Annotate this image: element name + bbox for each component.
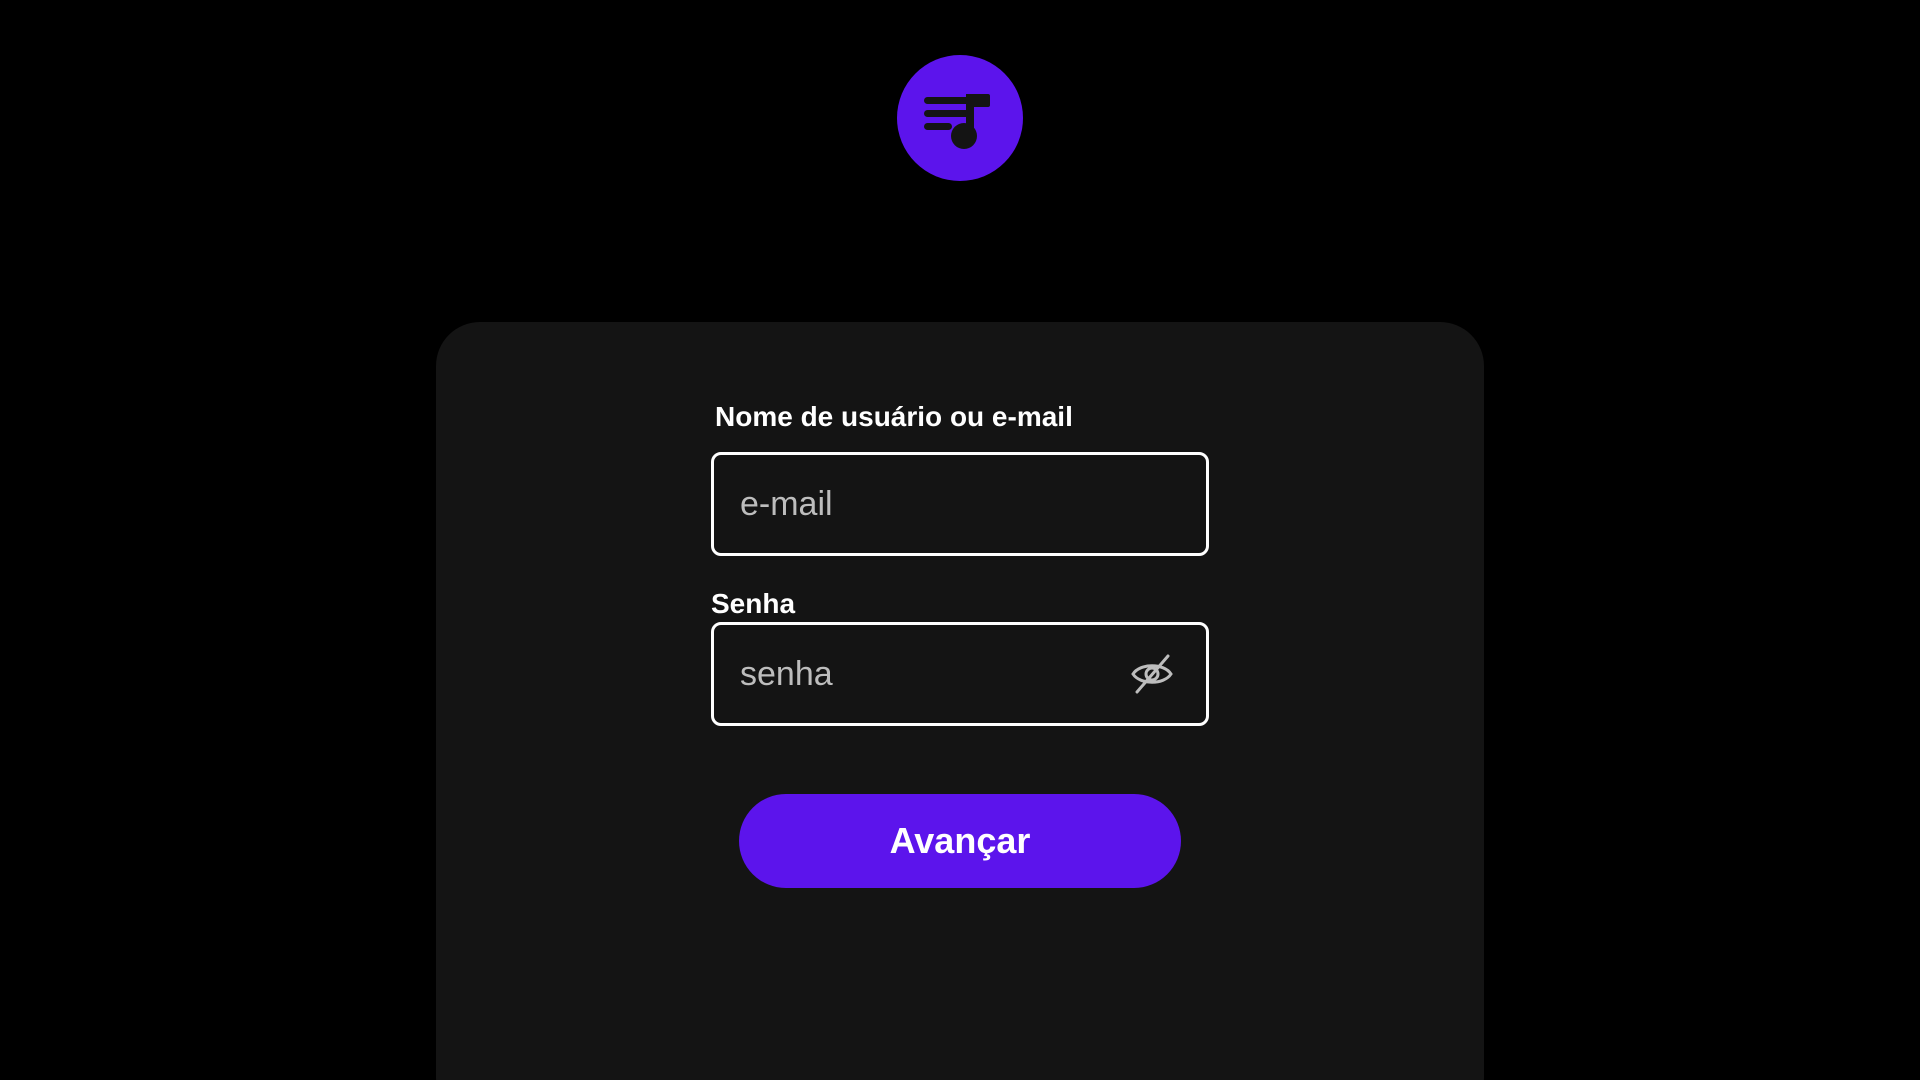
password-field-container — [711, 622, 1209, 726]
eye-slash-icon[interactable] — [1128, 650, 1176, 698]
music-playlist-icon — [920, 78, 1000, 158]
submit-button[interactable]: Avançar — [739, 794, 1181, 888]
app-logo — [897, 55, 1023, 181]
login-page: Nome de usuário ou e-mail Senha Avançar — [0, 0, 1920, 1080]
username-label: Nome de usuário ou e-mail — [715, 401, 1073, 432]
username-field-container — [711, 452, 1209, 556]
password-label: Senha — [711, 588, 796, 619]
username-input[interactable] — [714, 455, 1206, 553]
